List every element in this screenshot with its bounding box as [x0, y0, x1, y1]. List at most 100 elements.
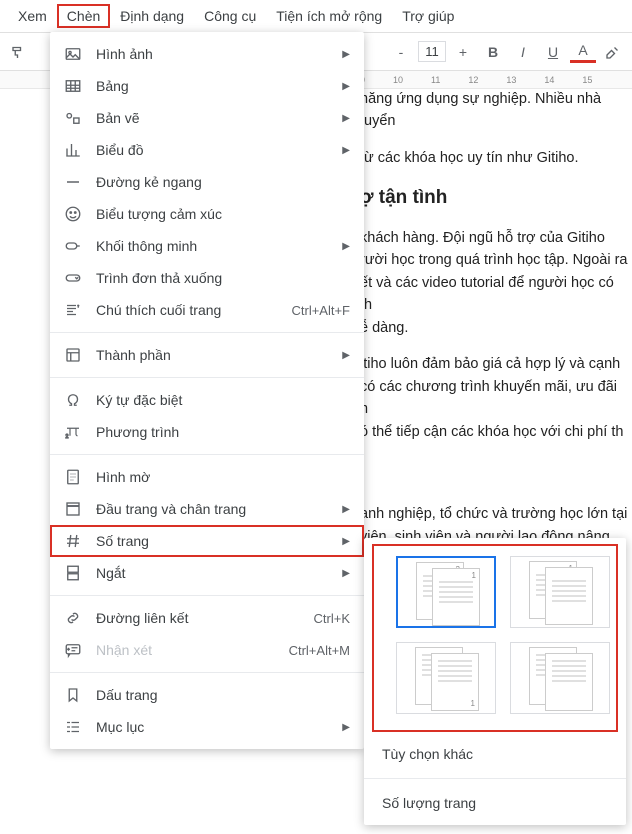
doc-text: khách hàng. Đội ngũ hỗ trợ của Gitiho rư…: [360, 227, 628, 339]
submenu-arrow-icon: ▶: [342, 241, 350, 252]
menu-item-hr[interactable]: Đường kẻ ngang: [50, 166, 364, 198]
menu-item-image[interactable]: Hình ảnh ▶: [50, 38, 364, 70]
insert-menu: Hình ảnh ▶ Bảng ▶ Bản vẽ ▶ Biểu đồ ▶ Đường kẻ ng…: [50, 32, 364, 749]
submenu-arrow-icon: ▶: [342, 113, 350, 124]
table-icon: [64, 77, 82, 95]
highlight-button[interactable]: [600, 39, 626, 65]
doc-heading: ợ tận tình: [360, 183, 628, 212]
menu-item-footnote[interactable]: Chú thích cuối trang Ctrl+Alt+F: [50, 294, 364, 326]
menu-item-label: Phương trình: [96, 424, 350, 440]
more-options[interactable]: Tùy chọn khác: [364, 736, 626, 772]
menubar: Xem Chèn Định dạng Công cụ Tiện ích mở r…: [0, 0, 632, 33]
paint-format-icon[interactable]: [6, 39, 32, 65]
menu-item-draw[interactable]: Bản vẽ ▶: [50, 102, 364, 134]
submenu-arrow-icon: ▶: [342, 49, 350, 60]
chart-icon: [64, 141, 82, 159]
footnote-icon: [64, 301, 82, 319]
draw-icon: [64, 109, 82, 127]
page-number-options-grid: 2 1 1 2 1 1: [378, 550, 612, 726]
menu-item-component[interactable]: Thành phần ▶: [50, 339, 364, 371]
pagenumber-header-start1[interactable]: 2 1: [396, 556, 496, 628]
pagenumber-footer-start1[interactable]: 2 1: [396, 642, 496, 714]
menu-item-label: Bảng: [96, 78, 328, 94]
smart-icon: [64, 237, 82, 255]
comment-icon: [64, 641, 82, 659]
menu-item-label: Bản vẽ: [96, 110, 328, 126]
menu-item-label: Nhận xét: [96, 642, 275, 658]
header-icon: [64, 500, 82, 518]
pi-icon: 2: [64, 423, 82, 441]
menu-chen[interactable]: Chèn: [57, 4, 110, 28]
menu-item-toc[interactable]: Mục lục ▶: [50, 711, 364, 743]
menu-item-label: Đường kẻ ngang: [96, 174, 350, 190]
submenu-arrow-icon: ▶: [342, 81, 350, 92]
page-number-submenu: 2 1 1 2 1 1 Tùy chọn khác Số lượng trang: [364, 538, 626, 825]
menu-item-label: Dấu trang: [96, 687, 350, 703]
menu-xem[interactable]: Xem: [8, 4, 57, 28]
submenu-arrow-icon: ▶: [342, 145, 350, 156]
menu-item-label: Ngắt: [96, 565, 328, 581]
submenu-arrow-icon: ▶: [342, 504, 350, 515]
hr-icon: [64, 173, 82, 191]
doc-text: năng ứng dụng sự nghiệp. Nhiều nhà tuyển: [360, 88, 628, 133]
bookmark-icon: [64, 686, 82, 704]
menu-item-label: Hình ảnh: [96, 46, 328, 62]
doc-text: từ các khóa học uy tín như Gitiho.: [360, 147, 628, 169]
font-size-plus[interactable]: +: [450, 39, 476, 65]
menu-trogiup[interactable]: Trợ giúp: [392, 4, 464, 28]
shortcut: Ctrl+Alt+F: [291, 303, 350, 318]
menu-tienich[interactable]: Tiện ích mở rộng: [266, 4, 392, 28]
menu-item-omega[interactable]: Ký tự đặc biệt: [50, 384, 364, 416]
menu-item-watermark[interactable]: Hình mờ: [50, 461, 364, 493]
menu-item-table[interactable]: Bảng ▶: [50, 70, 364, 102]
menu-item-break[interactable]: Ngắt ▶: [50, 557, 364, 589]
shortcut: Ctrl+Alt+M: [289, 643, 350, 658]
submenu-arrow-icon: ▶: [342, 568, 350, 579]
menu-item-header[interactable]: Đầu trang và chân trang ▶: [50, 493, 364, 525]
page-count[interactable]: Số lượng trang: [364, 785, 626, 821]
menu-item-label: Mục lục: [96, 719, 328, 735]
emoji-icon: [64, 205, 82, 223]
italic-button[interactable]: I: [510, 39, 536, 65]
menu-item-pi[interactable]: 2 Phương trình: [50, 416, 364, 448]
font-size-input[interactable]: 11: [418, 41, 446, 62]
menu-item-label: Trình đơn thả xuống: [96, 270, 350, 286]
menu-item-dropdown[interactable]: Trình đơn thả xuống: [50, 262, 364, 294]
menu-item-emoji[interactable]: Biểu tượng cảm xúc: [50, 198, 364, 230]
menu-item-label: Đầu trang và chân trang: [96, 501, 328, 517]
underline-button[interactable]: U: [540, 39, 566, 65]
menu-item-label: Ký tự đặc biệt: [96, 392, 350, 408]
text-color-button[interactable]: A: [570, 41, 596, 63]
dropdown-icon: [64, 269, 82, 287]
menu-item-label: Biểu đồ: [96, 142, 328, 158]
hash-icon: [64, 532, 82, 550]
shortcut: Ctrl+K: [314, 611, 350, 626]
component-icon: [64, 346, 82, 364]
menu-item-link[interactable]: Đường liên kết Ctrl+K: [50, 602, 364, 634]
menu-item-smart[interactable]: Khối thông minh▶: [50, 230, 364, 262]
submenu-arrow-icon: ▶: [342, 536, 350, 547]
menu-congcu[interactable]: Công cụ: [194, 4, 266, 28]
menu-item-label: Chú thích cuối trang: [96, 302, 277, 318]
menu-item-chart[interactable]: Biểu đồ ▶: [50, 134, 364, 166]
menu-dinhdang[interactable]: Định dạng: [110, 4, 194, 28]
image-icon: [64, 45, 82, 63]
link-icon: [64, 609, 82, 627]
menu-item-label: Số trang: [96, 533, 328, 549]
submenu-arrow-icon: ▶: [342, 722, 350, 733]
pagenumber-header-start2[interactable]: 1: [510, 556, 610, 628]
omega-icon: [64, 391, 82, 409]
menu-item-label: Thành phần: [96, 347, 328, 363]
menu-item-comment[interactable]: Nhận xét Ctrl+Alt+M: [50, 634, 364, 666]
pagenumber-footer-start2[interactable]: 1: [510, 642, 610, 714]
font-size-minus[interactable]: -: [388, 39, 414, 65]
menu-item-label: Hình mờ: [96, 469, 350, 485]
doc-text: itiho luôn đảm bảo giá cả hợp lý và cạnh…: [360, 353, 628, 443]
menu-item-hash[interactable]: Số trang ▶: [50, 525, 364, 557]
watermark-icon: [64, 468, 82, 486]
menu-item-label: Đường liên kết: [96, 610, 300, 626]
svg-text:2: 2: [66, 434, 69, 440]
submenu-arrow-icon: ▶: [342, 350, 350, 361]
bold-button[interactable]: B: [480, 39, 506, 65]
menu-item-bookmark[interactable]: Dấu trang: [50, 679, 364, 711]
